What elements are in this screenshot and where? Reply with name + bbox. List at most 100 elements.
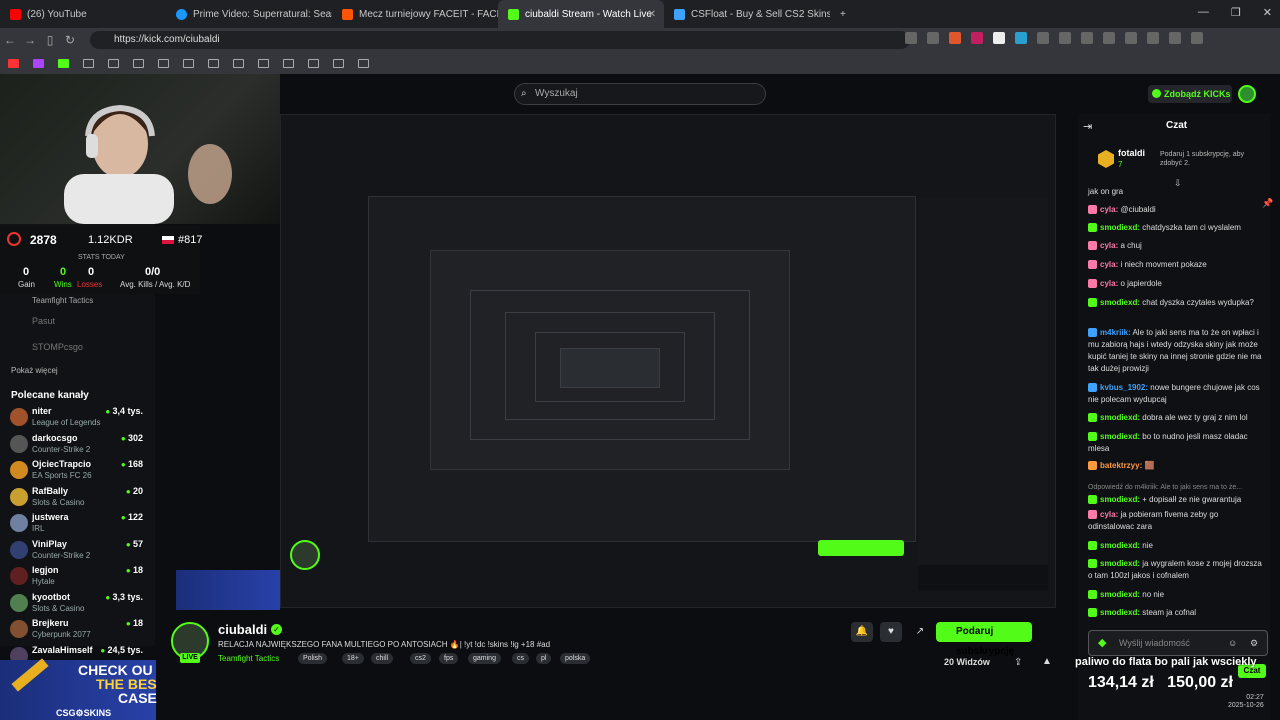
bookmark-folder-icon[interactable] — [33, 58, 44, 68]
chat-username[interactable]: batektrzyy: — [1100, 461, 1142, 470]
stream-tag[interactable]: cs — [512, 653, 529, 664]
chat-username[interactable]: cyla: — [1100, 279, 1118, 288]
chat-message[interactable]: cyla: @ciubaldi — [1088, 204, 1266, 216]
chat-message[interactable]: smodiexd: bo to nudno jesli masz oladac … — [1088, 431, 1266, 455]
stream-category[interactable]: Teamfight Tactics — [218, 654, 279, 663]
report-icon[interactable]: ▲ — [1042, 656, 1052, 667]
sidebar-channel-rafbally[interactable]: RafBallySlots & Casino 20 — [10, 484, 155, 512]
tab-youtube[interactable]: (26) YouTube — [0, 0, 166, 28]
bookmark-folder-icon[interactable] — [8, 58, 19, 68]
gift-icon[interactable]: ↗ — [909, 622, 931, 642]
sidebar-channel-darkocsgo[interactable]: darkocsgoCounter-Strike 2 302 — [10, 431, 155, 459]
url-field[interactable]: https://kick.com/ciubaldi — [90, 31, 910, 49]
sidebar-prev-item[interactable]: Pasut — [32, 316, 55, 326]
chat-message[interactable]: smodiexd: chatdyszka tam ci wyslalem — [1088, 222, 1266, 234]
chat-username[interactable]: m4kriik: — [1100, 328, 1131, 337]
stream-tag[interactable]: gaming — [468, 653, 501, 664]
chat-message[interactable]: smodiexd: no nie — [1088, 589, 1266, 601]
share-icon[interactable]: ⇪ — [1014, 657, 1022, 668]
sidebar-channel-ojciectrapcio[interactable]: OjciecTrapcio EA Sports FC 26 168 — [10, 457, 155, 485]
chat-username[interactable]: smodiexd: — [1100, 559, 1140, 568]
chat-message[interactable]: batektrzyy: 🟫 — [1088, 460, 1266, 472]
chat-username[interactable]: smodiexd: — [1100, 223, 1140, 232]
vpn-icon[interactable] — [1169, 32, 1181, 44]
chat-message[interactable]: m4kriik: Ale to jaki sens ma to że on wp… — [1088, 327, 1266, 375]
bookmark-folder-icon[interactable] — [258, 58, 269, 68]
chat-input[interactable]: Wyślij wiadomość — [1088, 630, 1268, 656]
bookmark-folder-icon[interactable] — [283, 58, 294, 68]
top-gifter-name[interactable]: fotaldi — [1118, 148, 1145, 158]
stream-tag[interactable]: 18+ — [342, 653, 364, 664]
show-more-link[interactable]: Pokaż więcej — [11, 366, 58, 375]
kicks-diamond-icon[interactable]: ◆ — [1098, 636, 1106, 649]
maximize-icon[interactable]: ❐ — [1231, 6, 1241, 19]
bookmark-folder-icon[interactable] — [83, 58, 94, 68]
bookmark-folder-icon[interactable] — [108, 58, 119, 68]
brave-shield-icon[interactable] — [949, 32, 961, 44]
chat-username[interactable]: smodiexd: — [1100, 495, 1140, 504]
reload-icon[interactable]: ↻ — [60, 33, 80, 47]
bookmark-folder-icon[interactable] — [308, 58, 319, 68]
chat-message[interactable]: smodiexd: steam ja cofnal — [1088, 607, 1266, 619]
new-tab-button[interactable]: + — [830, 0, 860, 28]
extension-icon[interactable] — [1059, 32, 1071, 44]
bookmark-folder-icon[interactable] — [233, 58, 244, 68]
chat-message[interactable]: smodiexd: nie — [1088, 540, 1266, 552]
stream-tag[interactable]: cs2 — [410, 653, 431, 664]
menu-icon[interactable] — [1191, 32, 1203, 44]
chat-message[interactable]: smodiexd: chat dyszka czytales wydupka? — [1088, 297, 1266, 309]
sidebar-channel-brejkeru[interactable]: Brejkeru Cyberpunk 2077 18 — [10, 616, 155, 644]
bookmark-folder-icon[interactable] — [333, 58, 344, 68]
back-icon[interactable]: ← — [0, 33, 20, 47]
tab-faceit[interactable]: Mecz turniejowy FACEIT - FACEIT.com — [332, 0, 498, 28]
wallet-icon[interactable] — [1147, 32, 1159, 44]
bookmark-folder-icon[interactable] — [358, 58, 369, 68]
stream-tag[interactable]: Polish — [298, 653, 328, 664]
close-window-icon[interactable]: ✕ — [1263, 6, 1272, 19]
puzzle-icon[interactable] — [1103, 32, 1115, 44]
chat-username[interactable]: smodiexd: — [1100, 298, 1140, 307]
settings-icon[interactable]: ⚙ — [1250, 638, 1258, 649]
chat-username[interactable]: cyla: — [1100, 510, 1118, 519]
sidebar-prev-item[interactable]: STOMPcsgo — [32, 342, 83, 352]
forward-icon[interactable]: → — [20, 33, 40, 47]
chat-username[interactable]: cyla: — [1100, 260, 1118, 269]
chat-username[interactable]: cyla: — [1100, 205, 1118, 214]
bookmark-folder-icon[interactable] — [58, 58, 69, 68]
zoom-icon[interactable] — [905, 32, 917, 44]
follow-heart-icon[interactable]: ♥ — [880, 622, 902, 642]
extension-white-icon[interactable] — [993, 32, 1005, 44]
sidebar-icon[interactable] — [1125, 32, 1137, 44]
chat-username[interactable]: smodiexd: — [1100, 590, 1140, 599]
rewards-icon[interactable] — [971, 32, 983, 44]
minimize-icon[interactable]: — — [1198, 6, 1209, 19]
sidebar-channel-viniplay[interactable]: ViniPlayCounter-Strike 2 57 — [10, 537, 155, 565]
stream-tag[interactable]: polska — [560, 653, 591, 664]
sidebar-prev-item[interactable]: Teamfight Tactics — [32, 296, 93, 305]
extension-icon[interactable] — [1081, 32, 1093, 44]
bookmark-icon[interactable]: ▯ — [40, 33, 60, 47]
bookmark-folder-icon[interactable] — [183, 58, 194, 68]
stream-tag[interactable]: chill — [371, 653, 394, 664]
chat-message[interactable]: Odpowiedź do m4kriik: Ale to jaki sens m… — [1088, 484, 1266, 506]
chat-message[interactable]: smodiexd: ja wygralem kose z mojej drozs… — [1088, 558, 1266, 582]
chat-username[interactable]: smodiexd: — [1100, 432, 1140, 441]
emote-icon[interactable]: ☺ — [1228, 638, 1237, 648]
gift-subscription-button[interactable]: Podaruj subskrypcję — [936, 622, 1032, 657]
extension-blue-icon[interactable] — [1015, 32, 1027, 44]
chat-username[interactable]: smodiexd: — [1100, 608, 1140, 617]
notification-bell-icon[interactable]: 🔔 — [851, 622, 873, 642]
user-avatar[interactable] — [1238, 85, 1256, 103]
bookmark-folder-icon[interactable] — [208, 58, 219, 68]
chat-username[interactable]: smodiexd: — [1100, 541, 1140, 550]
chat-message[interactable]: cyla: a chuj — [1088, 240, 1266, 252]
extension-icon[interactable] — [1037, 32, 1049, 44]
search-input[interactable]: ⌕ Wyszukaj — [514, 83, 766, 105]
chat-username[interactable]: smodiexd: — [1100, 413, 1140, 422]
chat-message[interactable]: cyla: ja pobieram fivema zeby go odinsta… — [1088, 509, 1266, 533]
close-tab-icon[interactable]: ✕ — [648, 9, 656, 20]
chat-message[interactable]: kvbus_1902: nowe bungere chujowe jak cos… — [1088, 382, 1266, 406]
get-kicks-button[interactable]: Zdobądź KICKs — [1148, 85, 1232, 103]
tab-prime-video[interactable]: Prime Video: Superratural: Season 14 — [166, 0, 332, 28]
chat-username[interactable]: kvbus_1902: — [1100, 383, 1148, 392]
